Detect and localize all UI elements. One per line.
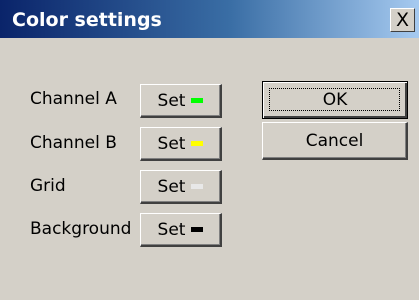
background-color-swatch (191, 227, 204, 232)
title-bar[interactable]: Color settings X (0, 0, 419, 38)
close-button[interactable]: X (390, 8, 415, 32)
channel-b-set-button[interactable]: Set (140, 127, 222, 161)
ok-button[interactable]: OK (262, 81, 408, 119)
channel-a-label: Channel A (30, 89, 117, 109)
background-set-button[interactable]: Set (140, 213, 222, 247)
grid-label: Grid (30, 176, 66, 196)
cancel-button-label: Cancel (305, 130, 364, 151)
color-settings-dialog: Color settings X Channel A Set Channel B… (0, 0, 419, 300)
set-button-label: Set (157, 90, 186, 111)
channel-b-label: Channel B (30, 133, 117, 153)
set-button-label: Set (157, 176, 186, 197)
set-button-label: Set (157, 133, 186, 154)
close-icon: X (395, 8, 410, 31)
set-button-label: Set (157, 219, 186, 240)
dialog-title: Color settings (12, 9, 162, 31)
channel-a-set-button[interactable]: Set (140, 84, 222, 118)
channel-a-color-swatch (191, 98, 204, 103)
cancel-button[interactable]: Cancel (262, 122, 408, 160)
channel-b-color-swatch (191, 141, 204, 146)
grid-color-swatch (191, 184, 204, 189)
grid-set-button[interactable]: Set (140, 170, 222, 204)
background-label: Background (30, 219, 132, 239)
focus-rectangle (269, 88, 400, 111)
